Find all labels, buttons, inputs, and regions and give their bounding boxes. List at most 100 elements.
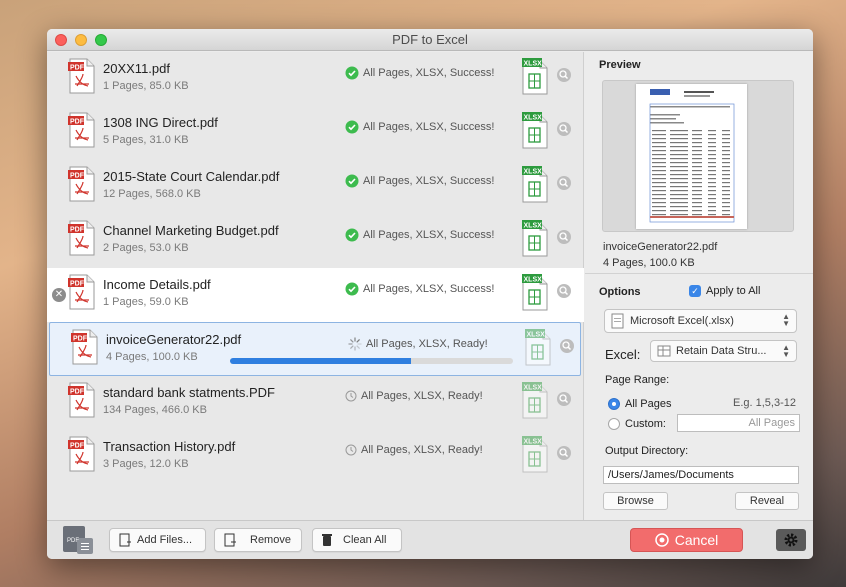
apply-to-all-checkbox[interactable]: ✓ Apply to All — [689, 285, 760, 297]
file-row[interactable]: PDF standard bank statments.PDF 134 Pages,… — [47, 376, 584, 430]
magnifier-icon[interactable] — [560, 339, 574, 353]
cancel-button[interactable]: Cancel — [630, 528, 743, 552]
svg-text:XLSX: XLSX — [524, 169, 543, 176]
svg-text:PDF: PDF — [70, 119, 85, 126]
pdf-file-icon: PDF — [68, 382, 96, 418]
window-title: PDF to Excel — [392, 32, 468, 47]
file-row[interactable]: PDF invoiceGenerator22.pdf 4 Pages, 100.0 … — [49, 322, 581, 376]
zoom-window-button[interactable] — [95, 34, 107, 46]
pdf-file-icon: PDF — [71, 329, 99, 365]
file-meta: 5 Pages, 31.0 KB — [103, 134, 189, 146]
conversion-status: All Pages, XLSX, Ready! — [345, 390, 483, 402]
magnifier-icon[interactable] — [557, 284, 571, 298]
success-check-icon — [345, 174, 359, 188]
stop-icon — [654, 533, 669, 547]
file-meta: 1 Pages, 85.0 KB — [103, 80, 189, 92]
xlsx-file-icon[interactable]: XLSX — [521, 381, 549, 419]
add-files-button[interactable]: Add Files... — [109, 528, 206, 552]
conversion-status: All Pages, XLSX, Success! — [345, 66, 494, 80]
file-row[interactable]: PDF Channel Marketing Budget.pdf 2 Pages, … — [47, 214, 584, 268]
file-meta: 134 Pages, 466.0 KB — [103, 404, 207, 416]
xlsx-file-icon[interactable]: XLSX — [521, 273, 549, 311]
output-directory-input[interactable]: /Users/James/Documents — [603, 466, 799, 484]
magnifier-icon[interactable] — [557, 68, 571, 82]
radio-selected-icon — [608, 398, 620, 410]
svg-text:XLSX: XLSX — [524, 277, 543, 284]
svg-text:PDF: PDF — [70, 65, 85, 72]
app-logo-icon: PDF — [61, 524, 95, 556]
remove-button[interactable]: Remove — [214, 528, 302, 552]
success-check-icon — [345, 282, 359, 296]
pdf-file-icon: PDF — [68, 166, 96, 202]
remove-row-icon[interactable]: ✕ — [52, 288, 66, 302]
magnifier-icon[interactable] — [557, 392, 571, 406]
file-row[interactable]: PDF 20XX11.pdf 1 Pages, 85.0 KB All Pages, … — [47, 52, 584, 106]
svg-text:PDF: PDF — [67, 538, 79, 544]
magnifier-icon[interactable] — [557, 176, 571, 190]
minimize-window-button[interactable] — [75, 34, 87, 46]
xlsx-file-icon[interactable]: XLSX — [524, 328, 552, 366]
conversion-status: All Pages, XLSX, Success! — [345, 174, 494, 188]
output-directory-label: Output Directory: — [605, 445, 689, 457]
xlsx-file-icon[interactable]: XLSX — [521, 219, 549, 257]
svg-text:PDF: PDF — [70, 281, 85, 288]
file-meta: 4 Pages, 100.0 KB — [106, 351, 198, 363]
svg-text:PDF: PDF — [70, 173, 85, 180]
preview-title: Preview — [599, 59, 641, 71]
file-name: 2015-State Court Calendar.pdf — [103, 169, 280, 184]
side-panel: Preview invoiceGenerator22.pdf 4 Pages, … — [585, 52, 813, 520]
preview-thumbnail — [636, 84, 747, 229]
file-row[interactable]: ✕ PDF Income Details.pdf 1 Pages, 59.0 KB Al… — [47, 268, 584, 322]
browse-button[interactable]: Browse — [603, 492, 668, 510]
svg-text:XLSX: XLSX — [524, 223, 543, 230]
conversion-status: All Pages, XLSX, Success! — [345, 120, 494, 134]
spinner-icon — [348, 337, 362, 351]
excel-mode-select[interactable]: Retain Data Stru... ▲ ▼ — [650, 340, 797, 362]
xlsx-file-icon[interactable]: XLSX — [521, 111, 549, 149]
file-list: PDF 20XX11.pdf 1 Pages, 85.0 KB All Pages, … — [47, 52, 584, 520]
success-check-icon — [345, 120, 359, 134]
conversion-status: All Pages, XLSX, Ready! — [345, 444, 483, 456]
file-meta: 3 Pages, 12.0 KB — [103, 458, 189, 470]
reveal-button[interactable]: Reveal — [735, 492, 799, 510]
file-name: invoiceGenerator22.pdf — [106, 332, 242, 347]
preview-box — [602, 80, 794, 232]
file-row[interactable]: PDF Transaction History.pdf 3 Pages, 12.0 … — [47, 430, 584, 484]
settings-button[interactable] — [776, 529, 806, 551]
conversion-status: All Pages, XLSX, Success! — [345, 282, 494, 296]
file-name: Income Details.pdf — [103, 277, 211, 292]
add-file-icon — [119, 533, 131, 547]
document-icon — [611, 313, 624, 329]
excel-label: Excel: — [605, 347, 641, 362]
clean-all-button[interactable]: Clean All — [312, 528, 402, 552]
pdf-file-icon: PDF — [68, 112, 96, 148]
file-row[interactable]: PDF 2015-State Court Calendar.pdf 12 Pages… — [47, 160, 584, 214]
options-title: Options — [599, 286, 641, 298]
updown-arrows-icon: ▲ ▼ — [782, 312, 790, 328]
radio-unselected-icon — [608, 418, 620, 430]
custom-radio[interactable]: Custom: — [608, 418, 666, 430]
pdf-file-icon: PDF — [68, 436, 96, 472]
preview-file-meta: 4 Pages, 100.0 KB — [603, 257, 695, 269]
close-window-button[interactable] — [55, 34, 67, 46]
all-pages-radio[interactable]: All Pages — [608, 398, 671, 410]
xlsx-file-icon[interactable]: XLSX — [521, 165, 549, 203]
magnifier-icon[interactable] — [557, 446, 571, 460]
file-name: Channel Marketing Budget.pdf — [103, 223, 279, 238]
format-select[interactable]: Microsoft Excel(.xlsx) ▲ ▼ — [604, 309, 797, 333]
file-name: 1308 ING Direct.pdf — [103, 115, 218, 130]
xlsx-file-icon[interactable]: XLSX — [521, 57, 549, 95]
xlsx-file-icon[interactable]: XLSX — [521, 435, 549, 473]
file-row[interactable]: PDF 1308 ING Direct.pdf 5 Pages, 31.0 KB Al… — [47, 106, 584, 160]
magnifier-icon[interactable] — [557, 230, 571, 244]
svg-text:PDF: PDF — [70, 443, 85, 450]
custom-range-input[interactable]: All Pages — [677, 414, 800, 432]
pdf-file-icon: PDF — [68, 58, 96, 94]
svg-text:XLSX: XLSX — [524, 61, 543, 68]
window-controls — [55, 34, 107, 46]
page-range-example: E.g. 1,5,3-12 — [733, 397, 796, 409]
pdf-file-icon: PDF — [68, 220, 96, 256]
magnifier-icon[interactable] — [557, 122, 571, 136]
file-name: Transaction History.pdf — [103, 439, 236, 454]
updown-arrows-icon: ▲ ▼ — [782, 343, 790, 359]
